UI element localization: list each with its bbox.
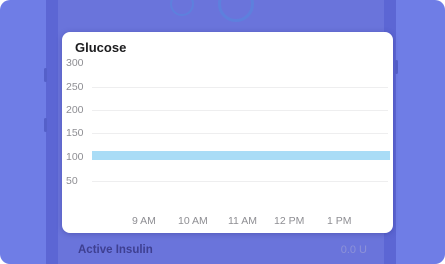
x-tick-label: 10 AM [178, 215, 208, 227]
x-tick-label: 1 PM [327, 215, 352, 227]
dimmed-header [58, 0, 384, 30]
x-tick-label: 11 AM [228, 215, 257, 227]
y-tick-label: 300 [66, 57, 84, 69]
y-tick-label: 100 [66, 151, 84, 163]
scroll-marker [395, 60, 398, 74]
status-ring-large-icon [218, 0, 254, 22]
grid-line [92, 133, 388, 134]
chart-title: Glucose [75, 40, 127, 55]
target-range-band [92, 150, 390, 161]
active-insulin-row[interactable]: Active Insulin 0.0 U [62, 238, 393, 264]
active-insulin-value: 0.0 U [340, 244, 367, 256]
status-ring-small-icon [170, 0, 194, 16]
x-tick-label: 9 AM [132, 215, 156, 227]
y-tick-label: 200 [66, 104, 84, 116]
y-tick-label: 250 [66, 81, 84, 93]
x-tick-label: 12 PM [274, 215, 305, 227]
grid-line [92, 181, 388, 182]
scroll-marker [44, 118, 47, 132]
glucose-chart-card[interactable]: Glucose 300 250 200 150 100 50 9 AM 10 A… [62, 32, 393, 233]
grid-line [92, 87, 388, 88]
app-background: Glucose 300 250 200 150 100 50 9 AM 10 A… [0, 0, 445, 264]
active-insulin-label: Active Insulin [78, 244, 153, 256]
y-tick-label: 50 [66, 175, 78, 187]
grid-line [92, 110, 388, 111]
scroll-marker [44, 68, 47, 82]
y-tick-label: 150 [66, 127, 84, 139]
